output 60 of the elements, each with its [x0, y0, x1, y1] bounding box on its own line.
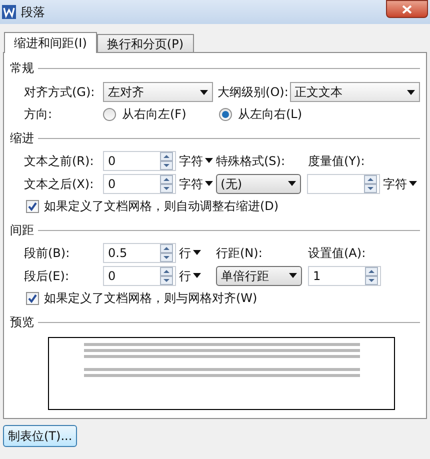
number-field[interactable]: 0.5	[103, 242, 176, 262]
spin-icon[interactable]	[160, 174, 173, 192]
unit-dropdown[interactable]: 行	[176, 266, 216, 284]
field-label: 大纲级别(O):	[218, 84, 290, 101]
unit-dropdown[interactable]: 行	[176, 244, 216, 262]
caret-icon	[289, 273, 297, 278]
field-label: 行距(N):	[216, 244, 264, 262]
caret-icon	[409, 181, 418, 186]
field-label: 设置值(A):	[308, 244, 366, 262]
spin-icon[interactable]	[364, 174, 378, 192]
checkbox[interactable]	[26, 200, 39, 212]
dropdown[interactable]: (无)	[216, 174, 302, 194]
caret-icon	[288, 181, 296, 186]
caret-icon	[407, 90, 416, 94]
dropdown[interactable]: 正文文本	[290, 82, 420, 102]
radio-label: 从右向左(F)	[122, 106, 186, 123]
app-icon	[2, 5, 16, 19]
dropdown[interactable]: 左对齐	[103, 82, 213, 102]
number-field[interactable]: 1	[308, 266, 381, 286]
caret-icon	[205, 158, 213, 163]
number-field[interactable]: 0	[103, 174, 176, 194]
field-label: 文本之前(R):	[24, 152, 95, 170]
caret-icon	[193, 250, 201, 255]
caret-icon	[193, 273, 201, 278]
section-heading: 间距	[10, 222, 34, 239]
number-field[interactable]: 0	[103, 266, 176, 286]
field-label: 度量值(Y):	[308, 152, 365, 170]
checkbox[interactable]	[26, 292, 39, 304]
tab[interactable]: 换行和分页(P)	[96, 34, 194, 52]
tab-stops-button[interactable]: 制表位(T)...	[3, 425, 78, 447]
section-heading: 缩进	[10, 130, 34, 147]
dropdown[interactable]: 单倍行距	[216, 266, 302, 286]
caret-icon	[204, 181, 213, 186]
field-label: 方向:	[24, 106, 54, 123]
field-label: 段前(B):	[24, 244, 71, 262]
spin-icon[interactable]	[365, 266, 378, 284]
close-icon	[402, 4, 412, 14]
field-label: 段后(E):	[24, 268, 70, 284]
caret-icon	[200, 90, 208, 94]
spin-icon[interactable]	[160, 266, 173, 284]
field-label: 对齐方式(G):	[24, 84, 96, 101]
checkbox-label: 如果定义了文档网格，则自动调整右缩进(D)	[44, 198, 279, 215]
spin-icon[interactable]	[160, 152, 173, 170]
section-heading: 常规	[10, 60, 34, 77]
window-title: 段落	[21, 4, 46, 21]
close-button[interactable]	[386, 0, 428, 18]
checkbox-label: 如果定义了文档网格，则与网格对齐(W)	[44, 290, 258, 307]
unit-dropdown[interactable]: 字符	[176, 174, 216, 192]
radio-button[interactable]	[219, 108, 232, 120]
tab[interactable]: 缩进和间距(I)	[4, 32, 97, 53]
unit-dropdown[interactable]: 字符	[176, 152, 216, 170]
field-label: 特殊格式(S):	[216, 152, 286, 170]
number-field[interactable]: 0	[103, 150, 176, 170]
spin-icon[interactable]	[160, 244, 173, 262]
unit-dropdown[interactable]: 字符	[380, 174, 420, 192]
field-label: 文本之后(X):	[24, 176, 95, 192]
section-heading: 预览	[10, 314, 34, 331]
radio-label: 从左向右(L)	[238, 106, 302, 123]
radio-button[interactable]	[103, 108, 116, 120]
number-field[interactable]	[307, 174, 380, 194]
